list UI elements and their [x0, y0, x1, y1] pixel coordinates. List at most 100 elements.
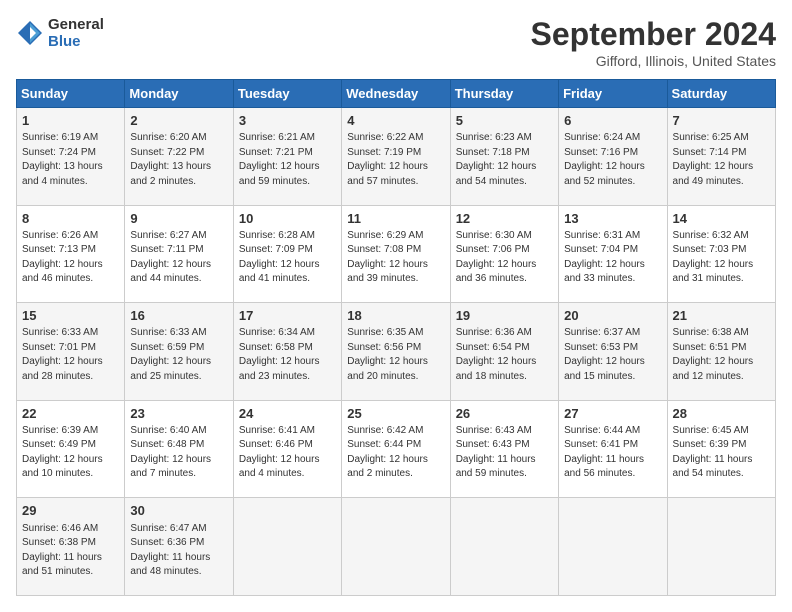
- day-number: 24: [239, 405, 336, 423]
- calendar-cell: 12Sunrise: 6:30 AMSunset: 7:06 PMDayligh…: [450, 205, 558, 303]
- calendar-cell: 27Sunrise: 6:44 AMSunset: 6:41 PMDayligh…: [559, 400, 667, 498]
- header: General Blue September 2024 Gifford, Ill…: [16, 16, 776, 69]
- day-number: 23: [130, 405, 227, 423]
- calendar-cell: 5Sunrise: 6:23 AMSunset: 7:18 PMDaylight…: [450, 108, 558, 206]
- calendar-cell: 2Sunrise: 6:20 AMSunset: 7:22 PMDaylight…: [125, 108, 233, 206]
- day-info: Sunrise: 6:44 AMSunset: 6:41 PMDaylight:…: [564, 424, 661, 482]
- day-info: Sunrise: 6:23 AMSunset: 7:18 PMDaylight:…: [456, 131, 553, 189]
- day-number: 11: [347, 210, 444, 228]
- col-header-tuesday: Tuesday: [233, 80, 341, 108]
- calendar-cell: 24Sunrise: 6:41 AMSunset: 6:46 PMDayligh…: [233, 400, 341, 498]
- col-header-sunday: Sunday: [17, 80, 125, 108]
- day-info: Sunrise: 6:33 AMSunset: 6:59 PMDaylight:…: [130, 326, 227, 384]
- day-number: 3: [239, 112, 336, 130]
- day-info: Sunrise: 6:28 AMSunset: 7:09 PMDaylight:…: [239, 229, 336, 287]
- day-info: Sunrise: 6:19 AMSunset: 7:24 PMDaylight:…: [22, 131, 119, 189]
- day-info: Sunrise: 6:20 AMSunset: 7:22 PMDaylight:…: [130, 131, 227, 189]
- day-number: 10: [239, 210, 336, 228]
- day-number: 1: [22, 112, 119, 130]
- week-row-3: 15Sunrise: 6:33 AMSunset: 7:01 PMDayligh…: [17, 303, 776, 401]
- day-number: 15: [22, 307, 119, 325]
- day-number: 22: [22, 405, 119, 423]
- main-title: September 2024: [531, 16, 776, 53]
- calendar-cell: 18Sunrise: 6:35 AMSunset: 6:56 PMDayligh…: [342, 303, 450, 401]
- day-number: 6: [564, 112, 661, 130]
- subtitle: Gifford, Illinois, United States: [531, 53, 776, 69]
- calendar-cell: 1Sunrise: 6:19 AMSunset: 7:24 PMDaylight…: [17, 108, 125, 206]
- week-row-4: 22Sunrise: 6:39 AMSunset: 6:49 PMDayligh…: [17, 400, 776, 498]
- calendar-cell: 16Sunrise: 6:33 AMSunset: 6:59 PMDayligh…: [125, 303, 233, 401]
- day-number: 4: [347, 112, 444, 130]
- col-header-thursday: Thursday: [450, 80, 558, 108]
- day-number: 30: [130, 502, 227, 520]
- calendar-cell: 23Sunrise: 6:40 AMSunset: 6:48 PMDayligh…: [125, 400, 233, 498]
- day-number: 12: [456, 210, 553, 228]
- calendar-cell: 20Sunrise: 6:37 AMSunset: 6:53 PMDayligh…: [559, 303, 667, 401]
- day-number: 20: [564, 307, 661, 325]
- day-number: 29: [22, 502, 119, 520]
- day-info: Sunrise: 6:43 AMSunset: 6:43 PMDaylight:…: [456, 424, 553, 482]
- day-info: Sunrise: 6:33 AMSunset: 7:01 PMDaylight:…: [22, 326, 119, 384]
- day-info: Sunrise: 6:32 AMSunset: 7:03 PMDaylight:…: [673, 229, 770, 287]
- day-number: 5: [456, 112, 553, 130]
- col-header-saturday: Saturday: [667, 80, 775, 108]
- day-info: Sunrise: 6:22 AMSunset: 7:19 PMDaylight:…: [347, 131, 444, 189]
- calendar-cell: [450, 498, 558, 596]
- day-number: 18: [347, 307, 444, 325]
- day-number: 2: [130, 112, 227, 130]
- day-info: Sunrise: 6:36 AMSunset: 6:54 PMDaylight:…: [456, 326, 553, 384]
- day-info: Sunrise: 6:42 AMSunset: 6:44 PMDaylight:…: [347, 424, 444, 482]
- week-row-2: 8Sunrise: 6:26 AMSunset: 7:13 PMDaylight…: [17, 205, 776, 303]
- day-info: Sunrise: 6:27 AMSunset: 7:11 PMDaylight:…: [130, 229, 227, 287]
- day-number: 7: [673, 112, 770, 130]
- day-info: Sunrise: 6:21 AMSunset: 7:21 PMDaylight:…: [239, 131, 336, 189]
- week-row-1: 1Sunrise: 6:19 AMSunset: 7:24 PMDaylight…: [17, 108, 776, 206]
- calendar-cell: 21Sunrise: 6:38 AMSunset: 6:51 PMDayligh…: [667, 303, 775, 401]
- logo-text: General Blue: [48, 16, 104, 50]
- day-number: 25: [347, 405, 444, 423]
- calendar-cell: 17Sunrise: 6:34 AMSunset: 6:58 PMDayligh…: [233, 303, 341, 401]
- calendar-cell: 4Sunrise: 6:22 AMSunset: 7:19 PMDaylight…: [342, 108, 450, 206]
- day-number: 28: [673, 405, 770, 423]
- day-number: 26: [456, 405, 553, 423]
- calendar-cell: 25Sunrise: 6:42 AMSunset: 6:44 PMDayligh…: [342, 400, 450, 498]
- calendar-cell: [559, 498, 667, 596]
- day-info: Sunrise: 6:26 AMSunset: 7:13 PMDaylight:…: [22, 229, 119, 287]
- column-header-row: SundayMondayTuesdayWednesdayThursdayFrid…: [17, 80, 776, 108]
- day-info: Sunrise: 6:45 AMSunset: 6:39 PMDaylight:…: [673, 424, 770, 482]
- calendar-cell: [667, 498, 775, 596]
- calendar-cell: 9Sunrise: 6:27 AMSunset: 7:11 PMDaylight…: [125, 205, 233, 303]
- day-info: Sunrise: 6:39 AMSunset: 6:49 PMDaylight:…: [22, 424, 119, 482]
- calendar-cell: 19Sunrise: 6:36 AMSunset: 6:54 PMDayligh…: [450, 303, 558, 401]
- col-header-friday: Friday: [559, 80, 667, 108]
- calendar-cell: 30Sunrise: 6:47 AMSunset: 6:36 PMDayligh…: [125, 498, 233, 596]
- day-info: Sunrise: 6:41 AMSunset: 6:46 PMDaylight:…: [239, 424, 336, 482]
- day-info: Sunrise: 6:40 AMSunset: 6:48 PMDaylight:…: [130, 424, 227, 482]
- calendar-cell: 10Sunrise: 6:28 AMSunset: 7:09 PMDayligh…: [233, 205, 341, 303]
- day-info: Sunrise: 6:29 AMSunset: 7:08 PMDaylight:…: [347, 229, 444, 287]
- day-number: 9: [130, 210, 227, 228]
- calendar-cell: 15Sunrise: 6:33 AMSunset: 7:01 PMDayligh…: [17, 303, 125, 401]
- day-info: Sunrise: 6:31 AMSunset: 7:04 PMDaylight:…: [564, 229, 661, 287]
- day-info: Sunrise: 6:46 AMSunset: 6:38 PMDaylight:…: [22, 522, 119, 580]
- calendar-cell: 6Sunrise: 6:24 AMSunset: 7:16 PMDaylight…: [559, 108, 667, 206]
- page: General Blue September 2024 Gifford, Ill…: [0, 0, 792, 612]
- calendar-cell: 14Sunrise: 6:32 AMSunset: 7:03 PMDayligh…: [667, 205, 775, 303]
- calendar-cell: 11Sunrise: 6:29 AMSunset: 7:08 PMDayligh…: [342, 205, 450, 303]
- calendar-cell: 13Sunrise: 6:31 AMSunset: 7:04 PMDayligh…: [559, 205, 667, 303]
- day-number: 27: [564, 405, 661, 423]
- calendar-cell: 8Sunrise: 6:26 AMSunset: 7:13 PMDaylight…: [17, 205, 125, 303]
- col-header-monday: Monday: [125, 80, 233, 108]
- col-header-wednesday: Wednesday: [342, 80, 450, 108]
- day-number: 21: [673, 307, 770, 325]
- day-number: 14: [673, 210, 770, 228]
- calendar-cell: [342, 498, 450, 596]
- day-info: Sunrise: 6:34 AMSunset: 6:58 PMDaylight:…: [239, 326, 336, 384]
- day-info: Sunrise: 6:37 AMSunset: 6:53 PMDaylight:…: [564, 326, 661, 384]
- calendar-cell: 28Sunrise: 6:45 AMSunset: 6:39 PMDayligh…: [667, 400, 775, 498]
- calendar-cell: 26Sunrise: 6:43 AMSunset: 6:43 PMDayligh…: [450, 400, 558, 498]
- calendar-cell: 29 Sunrise: 6:46 AMSunset: 6:38 PMDayligh…: [17, 498, 125, 596]
- week-row-5: 29 Sunrise: 6:46 AMSunset: 6:38 PMDayligh…: [17, 498, 776, 596]
- day-number: 19: [456, 307, 553, 325]
- logo-icon: [16, 19, 44, 47]
